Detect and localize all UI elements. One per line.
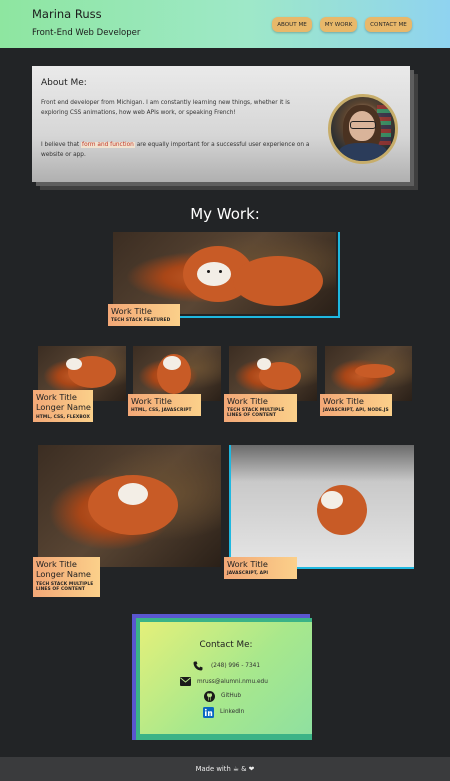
work-stack: JAVASCRIPT, API xyxy=(227,571,269,576)
site-role: Front-End Web Developer xyxy=(32,28,141,38)
contact-linkedin-row[interactable]: LinkedIn xyxy=(140,707,312,719)
contact-github-text: GitHub xyxy=(221,693,242,699)
work-stack: JAVASCRIPT, API, NODE.JS xyxy=(323,408,389,413)
linkedin-icon xyxy=(202,707,214,719)
about-highlight: form and function xyxy=(81,142,135,148)
contact-email-text: mruss@alumni.nmu.edu xyxy=(197,679,268,685)
work-caption-1[interactable]: Work Title Longer Name HTML, CSS, FLEXBO… xyxy=(33,390,93,422)
contact-card: Contact Me: (248) 996 - 7341 mruss@alumn… xyxy=(140,622,312,734)
work-caption-5[interactable]: Work Title Longer Name TECH STACK MULTIP… xyxy=(33,557,100,597)
contact-title: Contact Me: xyxy=(199,640,253,650)
contact-linkedin-text: LinkedIn xyxy=(220,709,245,715)
site-name: Marina Russ xyxy=(32,7,102,21)
work-title: Work Title xyxy=(131,396,172,406)
nav-work-button[interactable]: MY WORK xyxy=(320,17,357,32)
work-stack: TECH STACK MULTIPLE LINES OF CONTENT xyxy=(227,408,285,418)
site-footer: Made with ☕ & ❤ xyxy=(0,757,450,781)
work-title: Work Title xyxy=(111,306,152,316)
work-caption-2[interactable]: Work Title HTML, CSS, JAVASCRIPT xyxy=(128,394,201,416)
github-icon xyxy=(203,691,215,703)
work-caption-4[interactable]: Work Title JAVASCRIPT, API, NODE.JS xyxy=(320,394,392,416)
nav-about-button[interactable]: ABOUT ME xyxy=(272,17,312,32)
work-section-title: My Work: xyxy=(190,205,260,223)
work-title: Work Title Longer Name xyxy=(36,559,91,579)
work-caption-6[interactable]: Work Title JAVASCRIPT, API xyxy=(224,557,297,579)
work-stack: TECH STACK MULTIPLE LINES OF CONTENT xyxy=(36,582,94,592)
about-paragraph-2: I believe that form and function are equ… xyxy=(41,140,316,160)
avatar xyxy=(328,94,398,164)
work-image-2[interactable] xyxy=(133,346,221,401)
contact-phone-row[interactable]: (248) 996 - 7341 xyxy=(140,661,312,673)
contact-email-row[interactable]: mruss@alumni.nmu.edu xyxy=(140,677,312,689)
work-title: Work Title xyxy=(227,559,268,569)
about-p2-before: I believe that xyxy=(41,142,80,148)
featured-work-caption[interactable]: Work Title TECH STACK FEATURED xyxy=(108,304,180,326)
nav-contact-button[interactable]: CONTACT ME xyxy=(365,17,412,32)
about-title: About Me: xyxy=(41,78,87,88)
featured-work-image[interactable] xyxy=(113,232,336,314)
work-caption-3[interactable]: Work Title TECH STACK MULTIPLE LINES OF … xyxy=(224,394,297,422)
work-stack: HTML, CSS, JAVASCRIPT xyxy=(131,408,192,413)
work-image-5[interactable] xyxy=(38,445,221,567)
footer-text: Made with ☕ & ❤ xyxy=(195,765,255,773)
about-card: About Me: Front end developer from Michi… xyxy=(32,66,410,182)
work-image-6[interactable] xyxy=(229,445,414,569)
email-icon xyxy=(179,677,191,689)
work-title: Work Title Longer Name xyxy=(36,392,91,412)
work-stack: HTML, CSS, FLEXBOX xyxy=(36,415,90,420)
contact-github-row[interactable]: GitHub xyxy=(140,691,312,703)
contact-phone-text: (248) 996 - 7341 xyxy=(211,663,261,669)
work-title: Work Title xyxy=(323,396,364,406)
work-title: Work Title xyxy=(227,396,268,406)
work-image-3[interactable] xyxy=(229,346,317,401)
about-paragraph-1: Front end developer from Michigan. I am … xyxy=(41,100,290,116)
work-image-4[interactable] xyxy=(325,346,412,401)
phone-icon xyxy=(192,661,204,673)
site-header: Marina Russ Front-End Web Developer ABOU… xyxy=(0,0,450,48)
work-stack: TECH STACK FEATURED xyxy=(111,318,171,323)
